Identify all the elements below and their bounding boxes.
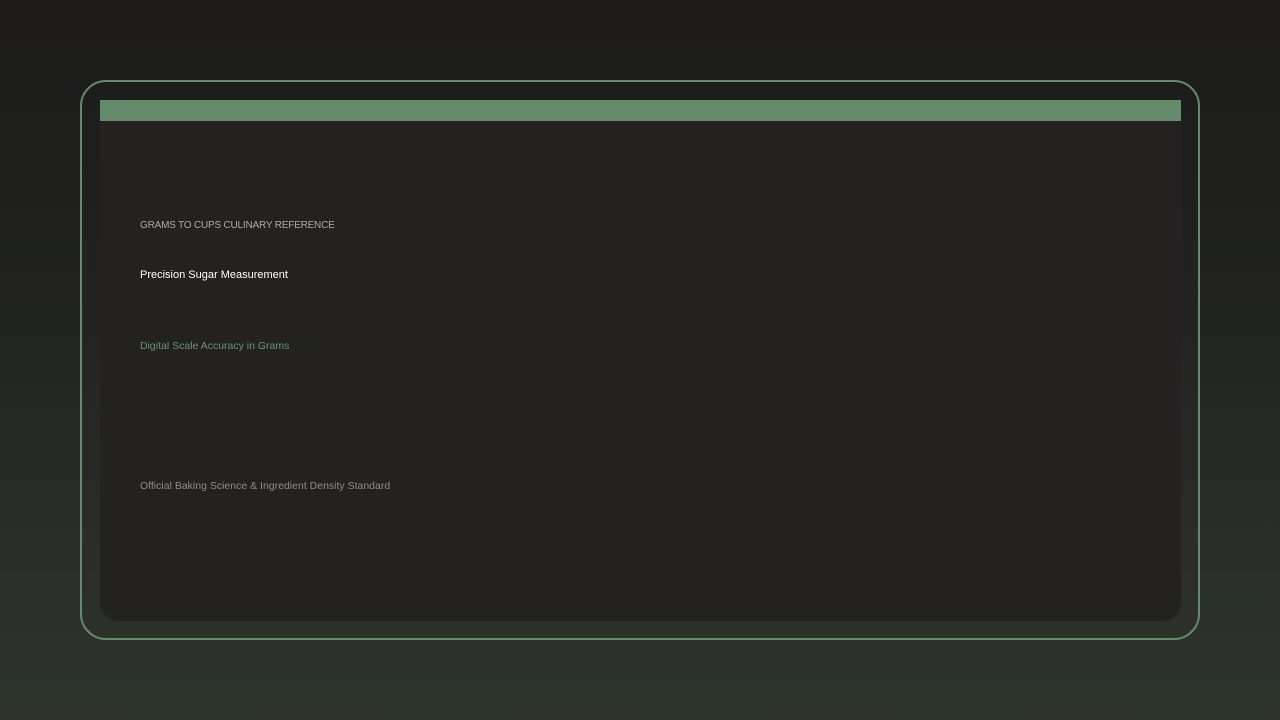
footer-note: Official Baking Science & Ingredient Den… [140,480,391,492]
eyebrow-label: GRAMS TO CUPS CULINARY REFERENCE [140,220,335,231]
accent-bar [100,100,1181,121]
card-subtitle: Digital Scale Accuracy in Grams [140,340,290,352]
card-title: Precision Sugar Measurement [140,269,288,281]
title-card: GRAMS TO CUPS CULINARY REFERENCE Precisi… [100,100,1181,621]
